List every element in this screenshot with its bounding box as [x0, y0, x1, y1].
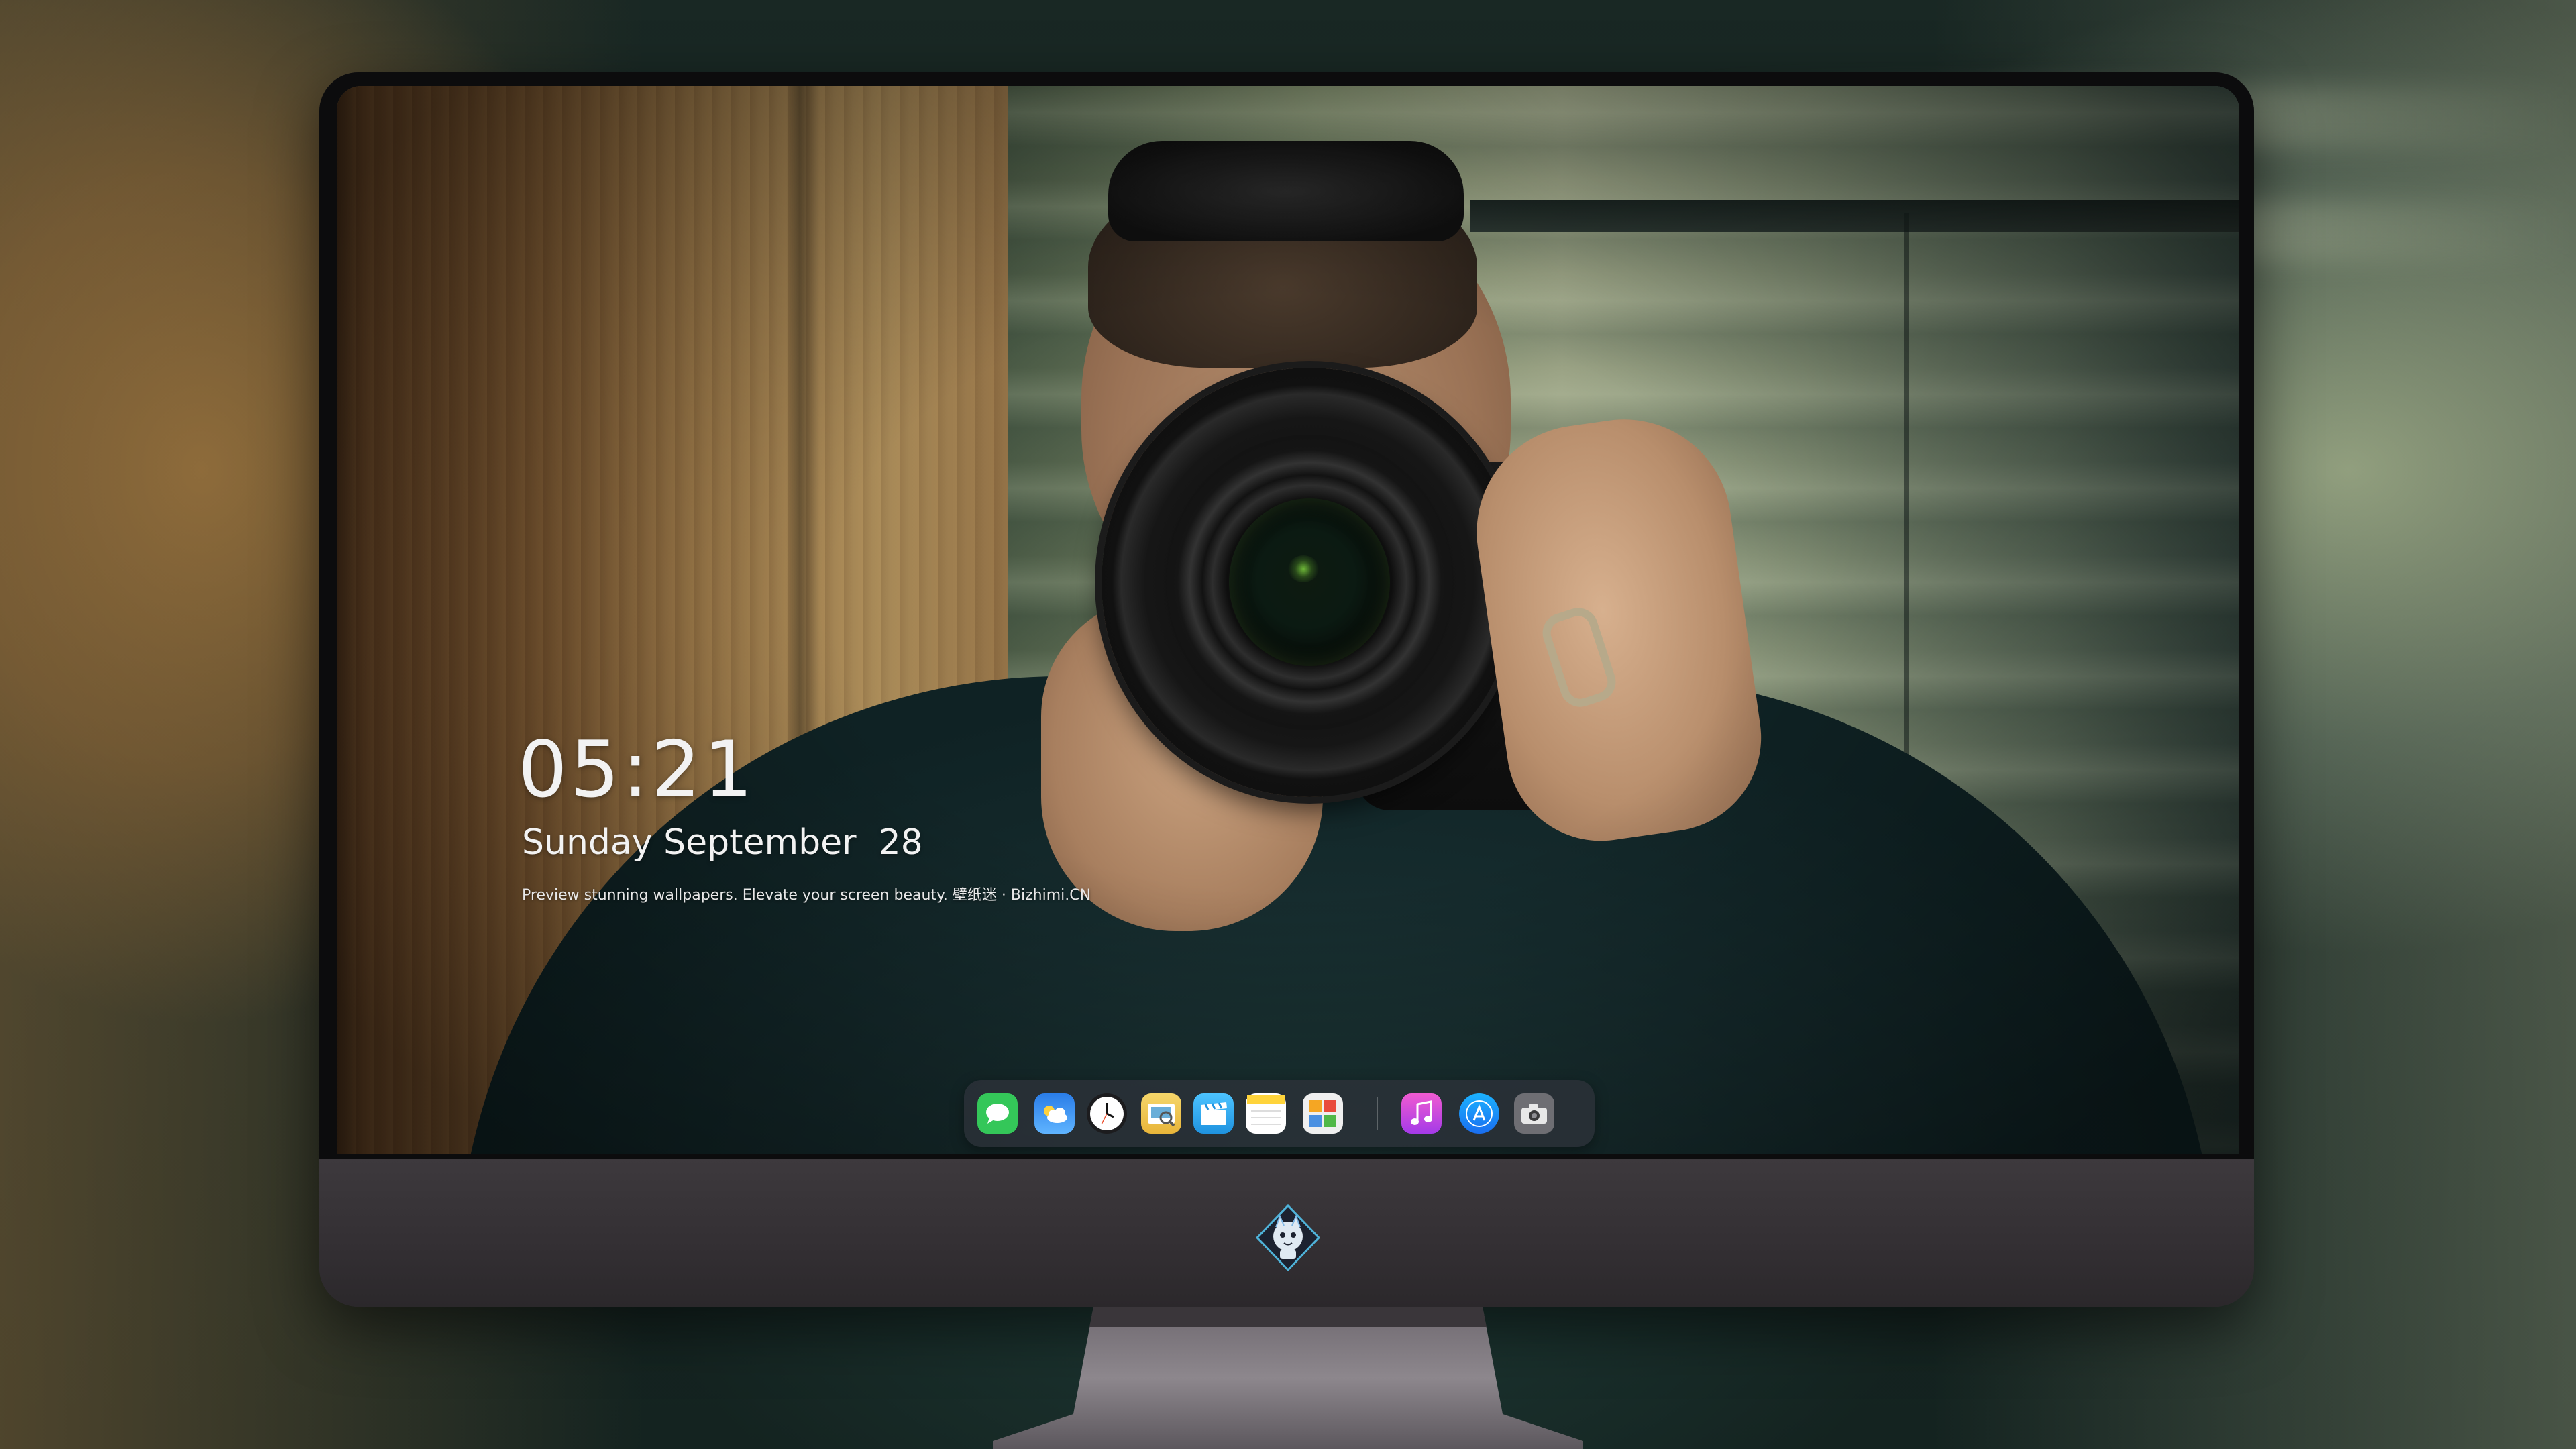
clock-icon[interactable] — [1087, 1093, 1127, 1134]
app-store-icon[interactable] — [1459, 1093, 1499, 1134]
monitor-stand — [993, 1307, 1583, 1449]
photo-grid-icon[interactable] — [1303, 1093, 1343, 1134]
notes-icon[interactable] — [1246, 1093, 1286, 1134]
weather-icon[interactable] — [1034, 1093, 1075, 1134]
messages-icon[interactable] — [977, 1093, 1018, 1134]
wallpaper-vignette — [337, 86, 2239, 1154]
brand-logo — [1255, 1203, 1321, 1272]
desktop-scene: 05:21 Sunday September 28 Preview stunni… — [0, 0, 2576, 1449]
lock-screen-date: Sunday September 28 — [522, 822, 923, 863]
dock — [964, 1080, 1595, 1147]
lock-screen-tagline: Preview stunning wallpapers. Elevate you… — [522, 887, 1091, 904]
clapperboard-icon[interactable] — [1193, 1093, 1234, 1134]
music-icon[interactable] — [1401, 1093, 1442, 1134]
dock-separator — [1377, 1097, 1378, 1130]
camera-icon[interactable] — [1514, 1093, 1554, 1134]
lock-screen-time: 05:21 — [518, 724, 756, 815]
preview-icon[interactable] — [1141, 1093, 1181, 1134]
lock-screen[interactable]: 05:21 Sunday September 28 Preview stunni… — [337, 86, 2239, 1154]
